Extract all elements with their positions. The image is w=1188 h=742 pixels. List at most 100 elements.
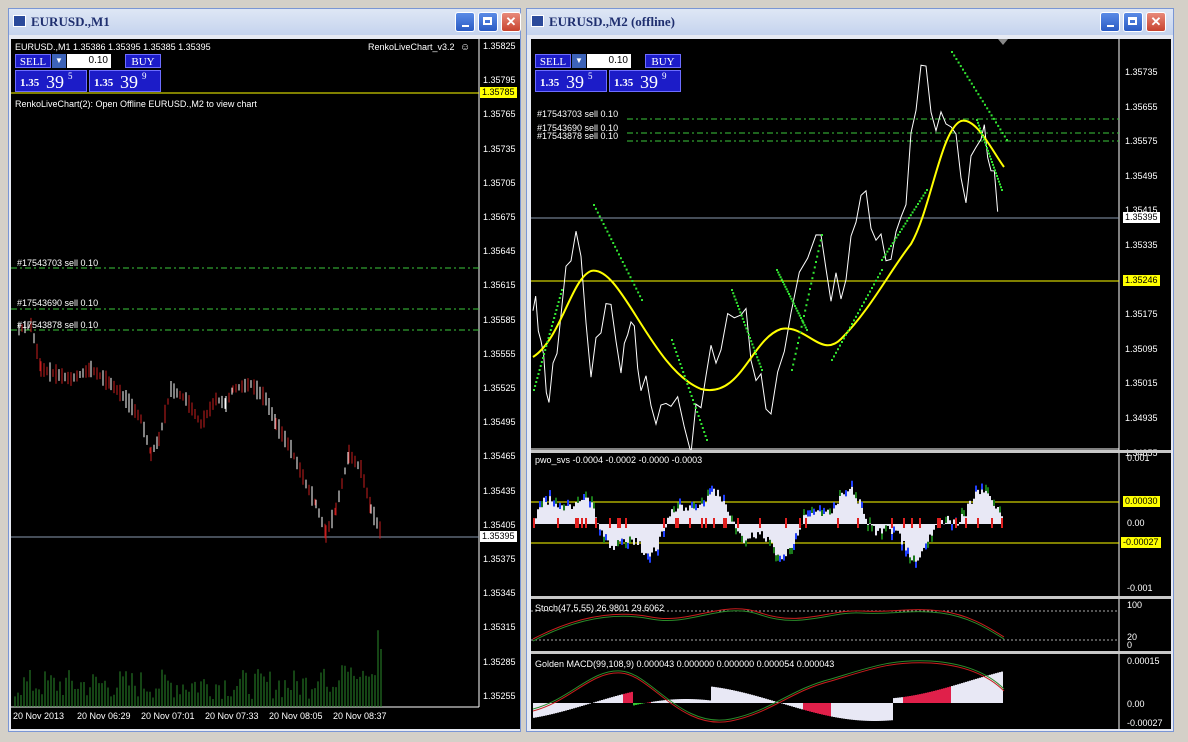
- trail-dot: [629, 276, 632, 279]
- close-button[interactable]: ✕: [1146, 12, 1166, 32]
- stoch-axis-top: 100: [1127, 600, 1143, 610]
- pwo-edge-bar: [589, 501, 591, 508]
- pwo-signal-bar: [557, 518, 559, 528]
- macd-hist-bar: [985, 675, 987, 703]
- pwo-edge-bar: [657, 549, 659, 556]
- lot-down-icon[interactable]: ▼: [572, 54, 586, 68]
- pwo-hist-bar: [849, 488, 851, 524]
- trail-dot: [804, 326, 807, 329]
- pwo-hist-bar: [973, 498, 975, 524]
- macd-hist-bar: [801, 703, 803, 710]
- trail-dot: [549, 329, 552, 331]
- trail-dot: [559, 293, 562, 295]
- trail-dot: [800, 325, 803, 328]
- renko-chart-m2[interactable]: SELL ▼ 0.10 BUY 1.35 39 5 1.35 39 9 #175…: [531, 39, 1171, 729]
- order-label[interactable]: #17543703 sell 0.10: [17, 258, 98, 268]
- maximize-button[interactable]: [1123, 12, 1143, 32]
- trail-dot: [798, 336, 801, 339]
- pwo-edge-bar: [711, 485, 713, 492]
- pwo-hist-bar: [773, 524, 775, 548]
- macd-hist-bar: [659, 700, 661, 703]
- macd-hist-bar: [937, 689, 939, 703]
- pwo-signal-bar: [617, 518, 619, 528]
- sell-button[interactable]: SELL: [15, 54, 51, 68]
- close-button[interactable]: ✕: [501, 12, 521, 32]
- subwindow-separator[interactable]: [531, 651, 1171, 654]
- pwo-edge-bar: [693, 502, 695, 509]
- pwo-edge-bar: [811, 506, 813, 513]
- chart-window-m1[interactable]: EURUSD.,M1 ✕ EURUSD.,M1 1.35386 1.35395 …: [8, 8, 521, 732]
- pwo-hist-bar: [935, 524, 937, 525]
- title-bar[interactable]: EURUSD.,M2 (offline) ✕: [527, 9, 1173, 35]
- lot-down-icon[interactable]: ▼: [52, 54, 66, 68]
- trail-dot: [800, 317, 802, 319]
- pwo-hist-bar: [917, 524, 919, 561]
- buy-button[interactable]: BUY: [645, 54, 681, 68]
- pwo-hist-bar: [813, 514, 815, 524]
- minimize-button[interactable]: [455, 12, 475, 32]
- pwo-hist-bar: [697, 508, 699, 524]
- pwo-hist-bar: [623, 524, 625, 540]
- minimize-button[interactable]: [1100, 12, 1120, 32]
- pwo-hist-bar: [803, 515, 805, 524]
- pwo-edge-bar: [893, 526, 895, 533]
- pwo-hist-bar: [777, 524, 779, 555]
- macd-hist-bar: [681, 699, 683, 703]
- subwindow-separator[interactable]: [531, 450, 1171, 453]
- sell-quote-small: 1.35: [20, 77, 40, 89]
- trail-dot: [882, 256, 885, 259]
- pwo-hist-bar: [893, 524, 895, 527]
- order-label[interactable]: #17543878 sell 0.10: [537, 131, 618, 141]
- trail-dot: [835, 351, 837, 354]
- macd-hist-bar: [629, 692, 631, 703]
- maximize-button[interactable]: [478, 12, 498, 32]
- pwo-hist-bar: [861, 507, 863, 524]
- macd-hist-bar: [559, 703, 561, 713]
- chart-window-m2-offline[interactable]: EURUSD.,M2 (offline) ✕ SELL ▼ 0.10 BUY 1…: [526, 8, 1174, 732]
- pwo-hist-bar: [673, 512, 675, 524]
- pwo-edge-bar: [913, 555, 915, 562]
- price-tick: 1.35585: [483, 314, 516, 325]
- title-bar[interactable]: EURUSD.,M1 ✕: [9, 9, 521, 35]
- sell-quote[interactable]: 1.35 39 5: [535, 70, 607, 92]
- pwo-hist-bar: [829, 514, 831, 524]
- pwo-hist-bar: [573, 506, 575, 524]
- trail-dot: [778, 273, 781, 276]
- price-chart-m1[interactable]: EURUSD.,M1 1.35386 1.35395 1.35385 1.353…: [11, 39, 520, 729]
- order-label[interactable]: #17543878 sell 0.10: [17, 320, 98, 330]
- pwo-signal-bar: [575, 518, 577, 528]
- pwo-edge-bar: [555, 497, 557, 504]
- sell-button[interactable]: SELL: [535, 54, 571, 68]
- trail-dot: [993, 166, 995, 169]
- lot-size-field[interactable]: 0.10: [67, 54, 111, 68]
- lot-size-field[interactable]: 0.10: [587, 54, 631, 68]
- macd-hist-bar: [633, 703, 635, 706]
- pwo-hist-bar: [579, 501, 581, 524]
- pwo-edge-bar: [629, 536, 631, 543]
- trail-dot: [797, 342, 799, 344]
- trail-dot: [745, 327, 748, 330]
- trail-dot: [975, 89, 978, 92]
- buy-quote[interactable]: 1.35 39 9: [609, 70, 681, 92]
- macd-hist-bar: [847, 703, 849, 720]
- macd-hist-bar: [831, 703, 833, 717]
- pwo-hist-bar: [707, 495, 709, 524]
- pwo-signal-bar: [533, 518, 535, 528]
- macd-hist-bar: [873, 703, 875, 721]
- pwo-label: pwo_svs -0.0004 -0.0002 -0.0000 -0.0003: [535, 455, 703, 465]
- pwo-signal-bar: [903, 518, 905, 528]
- macd-hist-bar: [807, 703, 809, 711]
- order-label[interactable]: #17543703 sell 0.10: [537, 109, 618, 119]
- order-label[interactable]: #17543690 sell 0.10: [17, 298, 98, 308]
- buy-quote[interactable]: 1.35 39 9: [89, 70, 161, 92]
- macd-hist-bar: [917, 694, 919, 703]
- pwo-edge-bar: [783, 554, 785, 561]
- pwo-hist-bar: [651, 524, 653, 553]
- pwo-hist-bar: [883, 524, 885, 529]
- subwindow-separator[interactable]: [531, 596, 1171, 599]
- price-tick: 1.35435: [483, 485, 516, 496]
- sell-quote[interactable]: 1.35 39 5: [15, 70, 87, 92]
- buy-button[interactable]: BUY: [125, 54, 161, 68]
- trail-dot: [743, 321, 745, 323]
- pwo-hist-bar: [789, 524, 791, 549]
